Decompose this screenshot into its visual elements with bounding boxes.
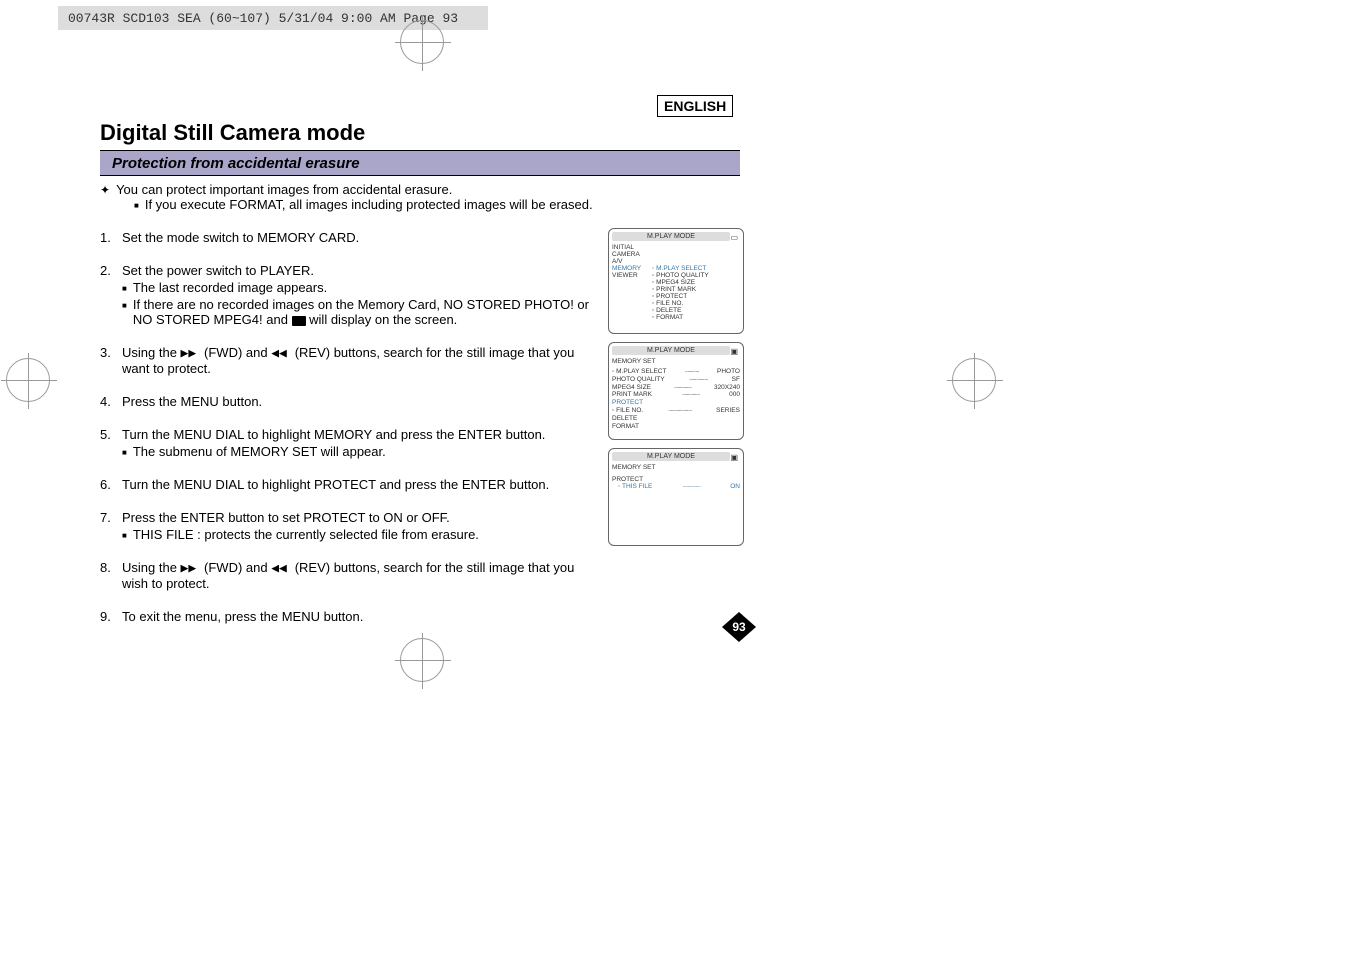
step-subtext: THIS FILE : protects the currently selec… [133,527,479,542]
screen-previews: M.PLAY MODE ▭ INITIAL CAMERA A/V MEMORY … [608,228,744,554]
square-bullet-icon [122,444,127,459]
submenu-item: PROTECT [656,293,687,300]
card-icon: ▭ [730,233,738,242]
step-text: To exit the menu, press the MENU button. [122,609,363,624]
step-subtext: If there are no recorded images on the M… [133,297,600,327]
submenu-item: PRINT MARK [656,286,696,293]
submenu-item: M.PLAY SELECT [656,265,706,272]
screen-mode-label: M.PLAY MODE [612,346,730,355]
menu-item: VIEWER [612,272,652,279]
steps-list: 1.Set the mode switch to MEMORY CARD. 2.… [100,230,600,642]
submenu-item: DELETE [656,307,681,314]
section-heading: Protection from accidental erasure [100,150,740,176]
screen-preview-3: M.PLAY MODE ▣ MEMORY SET PROTECT ◦ THIS … [608,448,744,546]
crop-mark-icon [952,358,996,402]
submenu-item: MPEG4 SIZE [656,279,695,286]
menu-item: CAMERA [612,251,652,258]
step-text: Press the ENTER button to set PROTECT to… [122,510,450,525]
cross-bullet-icon [100,182,110,197]
submenu-item: PHOTO QUALITY [656,272,709,279]
screen-preview-1: M.PLAY MODE ▭ INITIAL CAMERA A/V MEMORY … [608,228,744,334]
rewind-icon: ◀◀ [271,561,294,576]
crop-mark-icon [6,358,50,402]
step-subtext: The submenu of MEMORY SET will appear. [133,444,386,459]
screen-mode-label: M.PLAY MODE [612,452,730,461]
step-text: Using the ▶▶ (FWD) and ◀◀ (REV) buttons,… [122,560,600,591]
screen-heading: MEMORY SET [612,358,740,365]
card-icon: ▣ [730,453,738,462]
step-text: Turn the MENU DIAL to highlight MEMORY a… [122,427,545,442]
fast-forward-icon: ▶▶ [181,346,204,361]
submenu-item: FORMAT [656,314,683,321]
menu-item: MEMORY [612,265,652,272]
submenu-item: FILE NO. [656,300,683,307]
page-title: Digital Still Camera mode [100,120,365,146]
rewind-icon: ◀◀ [271,346,294,361]
crop-mark-icon [400,20,444,64]
square-bullet-icon [134,197,139,212]
screen-heading: MEMORY SET [612,464,740,471]
crop-mark-icon [400,638,444,682]
square-bullet-icon [122,280,127,295]
step-text: Set the mode switch to MEMORY CARD. [122,230,359,245]
step-text: Turn the MENU DIAL to highlight PROTECT … [122,477,549,492]
square-bullet-icon [122,527,127,542]
step-text: Set the power switch to PLAYER. [122,263,314,278]
menu-item: A/V [612,258,652,265]
screen-mode-label: M.PLAY MODE [612,232,730,241]
square-bullet-icon [122,297,127,327]
step-text: Using the ▶▶ (FWD) and ◀◀ (REV) buttons,… [122,345,600,376]
step-text: Press the MENU button. [122,394,262,409]
menu-item: INITIAL [612,244,652,251]
page-number: 93 [722,612,756,642]
page-number-badge: 93 [722,612,756,642]
intro-line: You can protect important images from ac… [116,182,452,197]
screen-preview-2: M.PLAY MODE ▣ MEMORY SET ◦ M.PLAY SELECT… [608,342,744,440]
screen-subheading: PROTECT [612,476,740,483]
language-label: ENGLISH [657,95,733,117]
fast-forward-icon: ▶▶ [181,561,204,576]
card-icon [292,316,306,326]
card-icon: ▣ [730,347,738,356]
intro-block: You can protect important images from ac… [100,182,740,212]
step-subtext: The last recorded image appears. [133,280,327,295]
intro-subline: If you execute FORMAT, all images includ… [145,197,593,212]
